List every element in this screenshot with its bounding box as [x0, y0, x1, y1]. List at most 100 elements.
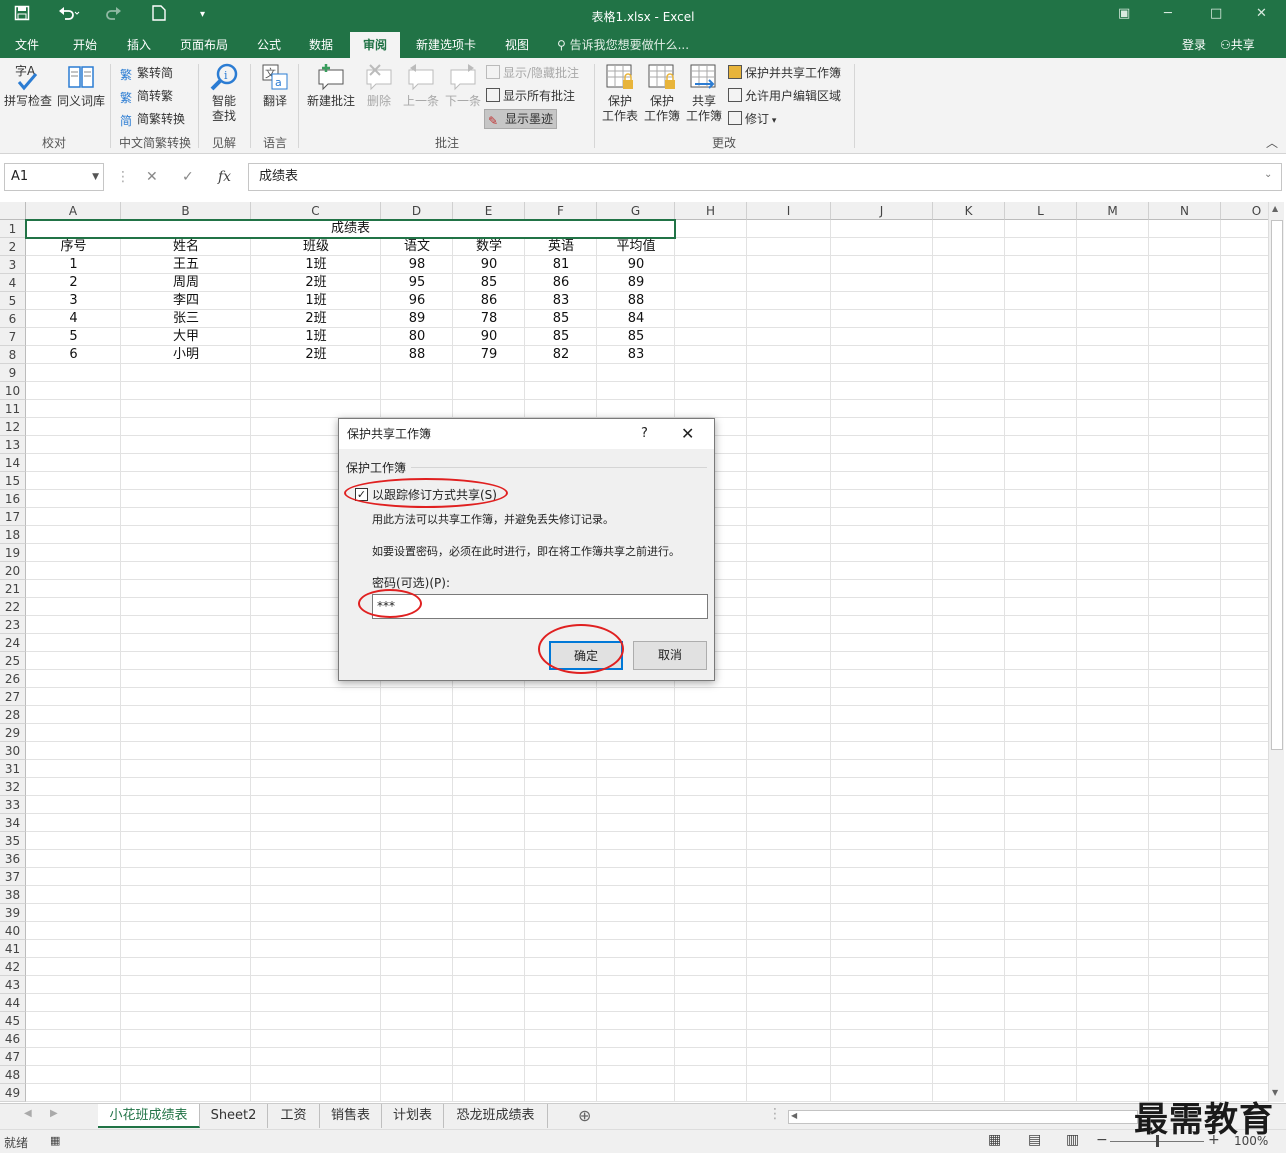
add-sheet-icon[interactable]: ⊕	[578, 1106, 591, 1125]
row-header[interactable]: 2	[0, 238, 26, 256]
data-cell[interactable]: 周周	[121, 274, 251, 292]
data-cell[interactable]: 88	[381, 346, 453, 364]
data-cell[interactable]: 86	[453, 292, 525, 310]
data-cell[interactable]: 96	[381, 292, 453, 310]
help-icon[interactable]: ?	[641, 419, 648, 449]
data-cell[interactable]: 85	[525, 310, 597, 328]
data-cell[interactable]: 1班	[251, 256, 381, 274]
column-header[interactable]: D	[381, 202, 453, 220]
sheet-tab[interactable]: 工资	[268, 1104, 320, 1128]
data-cell[interactable]: 90	[453, 328, 525, 346]
header-cell[interactable]: 语文	[381, 238, 453, 256]
row-header[interactable]: 34	[0, 814, 26, 832]
data-cell[interactable]: 79	[453, 346, 525, 364]
column-header[interactable]: J	[831, 202, 933, 220]
tab-data[interactable]: 数据	[298, 32, 344, 58]
tab-new-tab[interactable]: 新建选项卡	[408, 32, 484, 58]
cancel-button[interactable]: 取消	[633, 641, 707, 670]
row-header[interactable]: 20	[0, 562, 26, 580]
row-header[interactable]: 48	[0, 1066, 26, 1084]
data-cell[interactable]: 2班	[251, 310, 381, 328]
row-header[interactable]: 45	[0, 1012, 26, 1030]
row-header[interactable]: 46	[0, 1030, 26, 1048]
smart-lookup-button[interactable]: i 智能 查找	[204, 62, 244, 124]
scroll-tabs-left-icon[interactable]: ◀	[24, 1108, 32, 1119]
ribbon-display-options-icon[interactable]: ▣	[1118, 6, 1130, 21]
formula-input[interactable]: 成绩表	[248, 163, 1282, 191]
tab-page-layout[interactable]: 页面布局	[172, 32, 236, 58]
column-header[interactable]: A	[26, 202, 121, 220]
column-header[interactable]: C	[251, 202, 381, 220]
page-break-view-icon[interactable]: ▥	[1066, 1132, 1079, 1148]
row-header[interactable]: 30	[0, 742, 26, 760]
row-header[interactable]: 13	[0, 436, 26, 454]
scroll-up-icon[interactable]: ▲	[1272, 204, 1278, 213]
data-cell[interactable]: 86	[525, 274, 597, 292]
chevron-down-icon[interactable]: ▼	[92, 164, 99, 190]
column-header[interactable]: I	[747, 202, 831, 220]
row-header[interactable]: 49	[0, 1084, 26, 1102]
header-cell[interactable]: 序号	[26, 238, 121, 256]
data-cell[interactable]: 90	[453, 256, 525, 274]
expand-formula-bar-icon[interactable]: ⌄	[1264, 169, 1272, 180]
previous-comment-button[interactable]: 上一条	[400, 62, 442, 109]
vertical-scroll-thumb[interactable]	[1271, 220, 1283, 750]
row-header[interactable]: 41	[0, 940, 26, 958]
row-header[interactable]: 24	[0, 634, 26, 652]
data-cell[interactable]: 王五	[121, 256, 251, 274]
scroll-left-icon[interactable]: ◀	[791, 1111, 797, 1120]
data-cell[interactable]: 81	[525, 256, 597, 274]
data-cell[interactable]: 83	[525, 292, 597, 310]
data-cell[interactable]: 2	[26, 274, 121, 292]
protect-workbook-button[interactable]: 保护 工作簿	[642, 62, 682, 124]
tab-formulas[interactable]: 公式	[246, 32, 292, 58]
row-header[interactable]: 4	[0, 274, 26, 292]
row-header[interactable]: 19	[0, 544, 26, 562]
column-header[interactable]: M	[1077, 202, 1149, 220]
tab-insert[interactable]: 插入	[116, 32, 162, 58]
password-input[interactable]: ***	[372, 594, 708, 619]
thesaurus-button[interactable]: 同义词库	[56, 62, 106, 109]
translate-button[interactable]: 文a 翻译	[256, 62, 294, 109]
close-icon[interactable]: ✕	[1256, 6, 1267, 21]
column-header[interactable]: K	[933, 202, 1005, 220]
row-header[interactable]: 17	[0, 508, 26, 526]
insert-function-icon[interactable]: fx	[218, 163, 231, 191]
data-cell[interactable]: 85	[453, 274, 525, 292]
row-header[interactable]: 33	[0, 796, 26, 814]
data-cell[interactable]: 3	[26, 292, 121, 310]
convert-button[interactable]: 简简繁转换	[120, 110, 185, 128]
row-header[interactable]: 27	[0, 688, 26, 706]
row-header[interactable]: 39	[0, 904, 26, 922]
row-header[interactable]: 22	[0, 598, 26, 616]
name-box[interactable]: A1 ▼	[4, 163, 104, 191]
confirm-entry-icon[interactable]: ✓	[182, 163, 194, 191]
sheet-tab[interactable]: 小花班成绩表	[98, 1104, 200, 1128]
data-cell[interactable]: 大甲	[121, 328, 251, 346]
allow-edit-ranges-button[interactable]: 允许用户编辑区域	[728, 87, 841, 105]
data-cell[interactable]: 2班	[251, 346, 381, 364]
tab-view[interactable]: 视图	[494, 32, 540, 58]
row-header[interactable]: 16	[0, 490, 26, 508]
protect-sheet-button[interactable]: 保护 工作表	[600, 62, 640, 124]
minimize-icon[interactable]: ─	[1164, 6, 1172, 21]
data-cell[interactable]: 1班	[251, 328, 381, 346]
data-cell[interactable]: 78	[453, 310, 525, 328]
row-header[interactable]: 43	[0, 976, 26, 994]
column-header[interactable]: B	[121, 202, 251, 220]
row-header[interactable]: 6	[0, 310, 26, 328]
horizontal-scrollbar[interactable]: ◀	[788, 1110, 1138, 1124]
data-cell[interactable]: 80	[381, 328, 453, 346]
column-header[interactable]: L	[1005, 202, 1077, 220]
share-workbook-button[interactable]: 共享 工作簿	[684, 62, 724, 124]
collapse-ribbon-icon[interactable]: ︿	[1266, 134, 1278, 151]
data-cell[interactable]: 85	[525, 328, 597, 346]
row-header[interactable]: 40	[0, 922, 26, 940]
scroll-tabs-right-icon[interactable]: ▶	[50, 1108, 58, 1119]
to-simplified-button[interactable]: 繁繁转简	[120, 64, 173, 82]
header-cell[interactable]: 班级	[251, 238, 381, 256]
data-cell[interactable]: 89	[381, 310, 453, 328]
row-header[interactable]: 36	[0, 850, 26, 868]
show-hide-comment-button[interactable]: 显示/隐藏批注	[486, 64, 579, 82]
protect-and-share-button[interactable]: 保护并共享工作簿	[728, 64, 841, 82]
